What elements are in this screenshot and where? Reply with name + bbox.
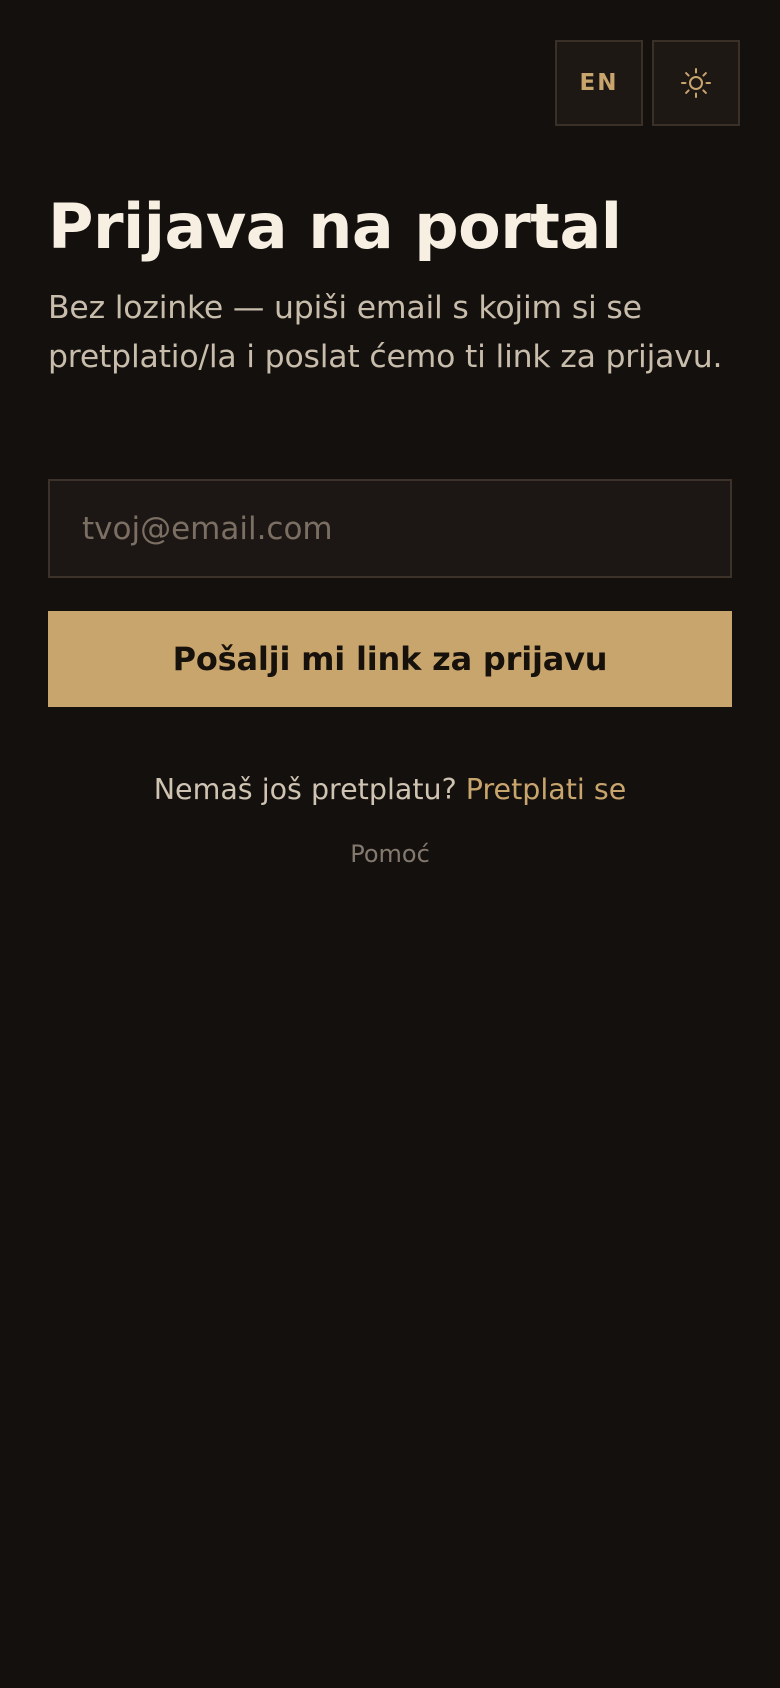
signup-prompt: Nemaš još pretplatu? Pretplati se [48, 773, 732, 806]
login-panel: Prijava na portal Bez lozinke — upiši em… [48, 190, 732, 868]
subscribe-link[interactable]: Pretplati se [466, 773, 627, 806]
language-toggle-button[interactable]: EN [555, 40, 643, 126]
theme-toggle-button[interactable] [652, 40, 740, 126]
language-label: EN [579, 70, 619, 96]
send-login-link-button[interactable]: Pošalji mi link za prijavu [48, 611, 732, 707]
top-toolbar: EN [555, 40, 740, 126]
sun-icon [680, 67, 712, 99]
page-title: Prijava na portal [48, 190, 622, 263]
no-subscription-text: Nemaš još pretplatu? [153, 773, 457, 806]
page-subtitle: Bez lozinke — upiši email s kojim si se … [48, 290, 723, 375]
help-link[interactable]: Pomoć [48, 840, 732, 868]
email-field[interactable] [48, 479, 732, 578]
